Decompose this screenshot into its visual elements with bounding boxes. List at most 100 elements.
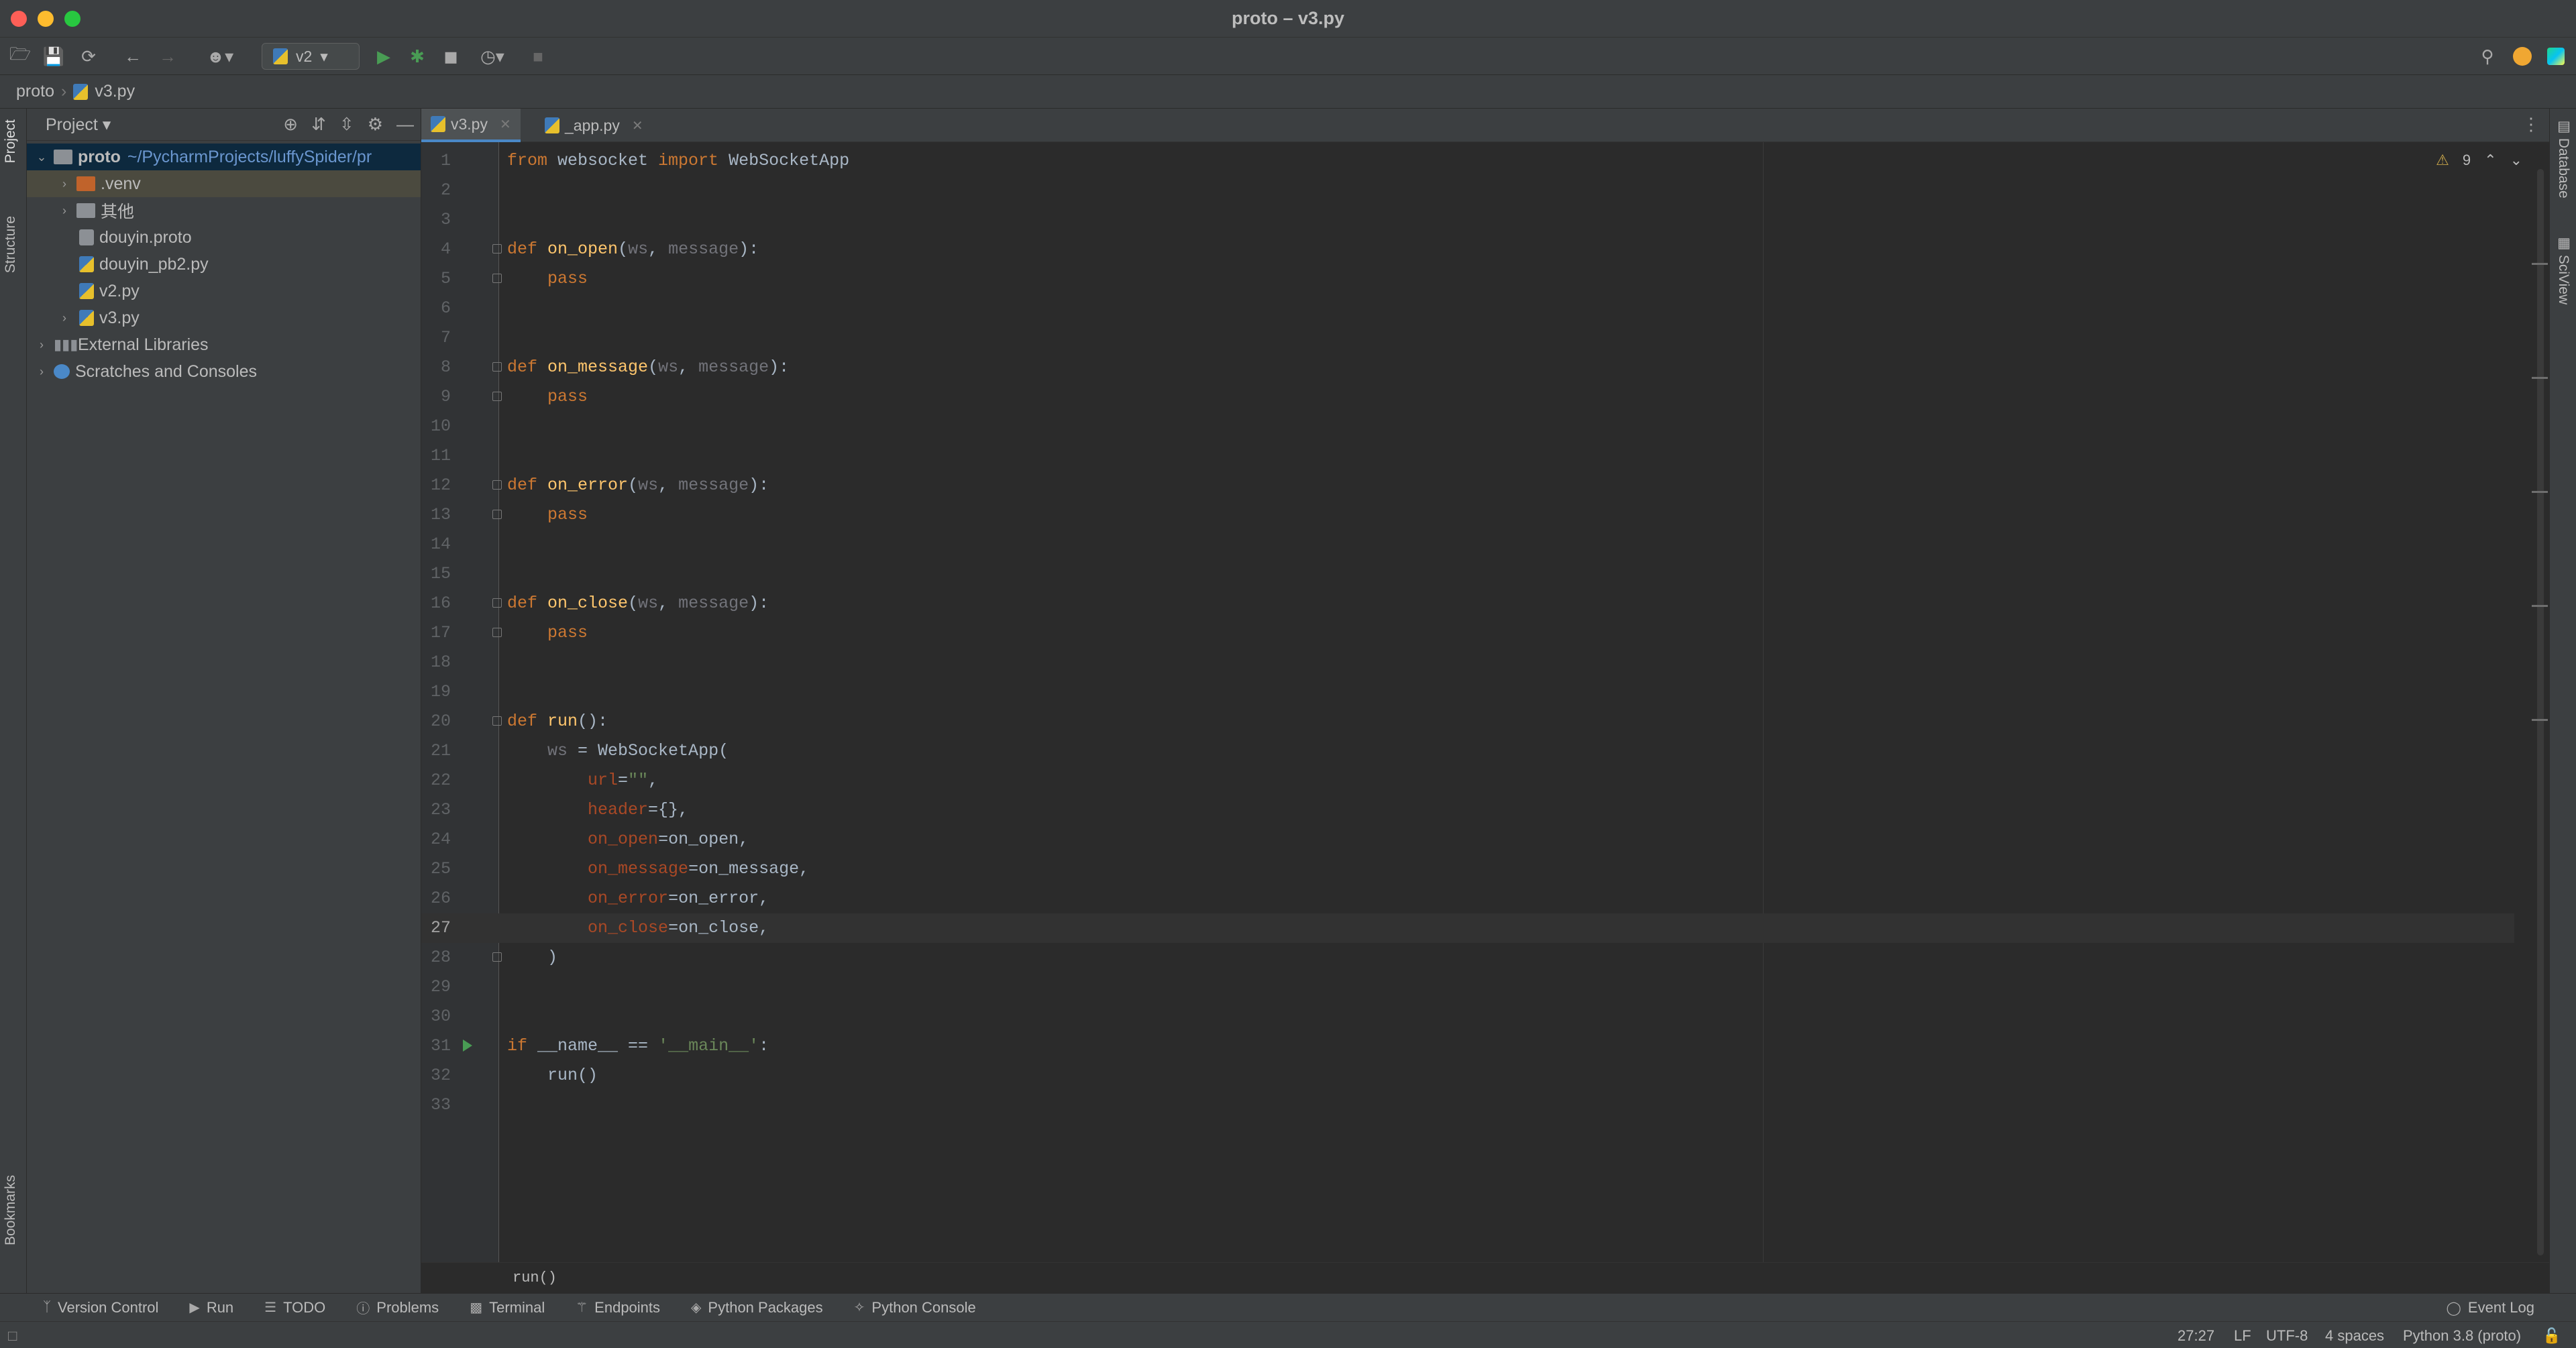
code-line[interactable]: 10 xyxy=(421,412,2514,441)
code-editor[interactable]: 1 from websocket import WebSocketApp 2 3 4 de… xyxy=(421,142,2549,1262)
code-text[interactable]: run() xyxy=(507,1061,598,1090)
code-line[interactable]: 29 xyxy=(421,972,2514,1002)
line-number[interactable]: 13 xyxy=(421,500,451,530)
error-stripe-mark[interactable] xyxy=(2532,491,2548,493)
code-line[interactable]: 22 url="", xyxy=(421,766,2514,795)
line-number[interactable]: 5 xyxy=(421,264,451,294)
line-number[interactable]: 1 xyxy=(421,146,451,176)
tree-item-douyin-pb2[interactable]: douyin_pb2.py xyxy=(27,251,421,278)
project-view-select[interactable]: Project ▾ xyxy=(46,115,111,135)
inspection-widget[interactable]: ⚠ 9 ⌃ ⌄ xyxy=(2436,152,2522,169)
line-number[interactable]: 6 xyxy=(421,294,451,323)
code-line[interactable]: 1 from websocket import WebSocketApp xyxy=(421,146,2514,176)
code-line[interactable]: 19 xyxy=(421,677,2514,707)
line-number[interactable]: 23 xyxy=(421,795,451,825)
code-line[interactable]: 16 def on_close(ws, message): xyxy=(421,589,2514,618)
chevron-right-icon[interactable]: › xyxy=(58,311,71,325)
code-line[interactable]: 13 pass xyxy=(421,500,2514,530)
fold-marker-icon[interactable] xyxy=(492,274,502,283)
tree-item-douyin-proto[interactable]: douyin.proto xyxy=(27,224,421,251)
run-config-select[interactable]: v2 ▾ xyxy=(262,43,360,70)
code-line[interactable]: 30 xyxy=(421,1002,2514,1031)
code-text[interactable]: url="", xyxy=(507,766,658,795)
tree-external-libraries[interactable]: › ▮▮▮ External Libraries xyxy=(27,331,421,358)
code-line[interactable]: 23 header={}, xyxy=(421,795,2514,825)
code-line[interactable]: 7 xyxy=(421,323,2514,353)
chevron-down-icon[interactable]: ⌄ xyxy=(35,150,48,164)
run-icon[interactable]: ▶ xyxy=(372,44,396,68)
chevron-right-icon[interactable]: › xyxy=(35,338,48,352)
line-number[interactable]: 30 xyxy=(421,1002,451,1031)
tree-item-v2[interactable]: v2.py xyxy=(27,278,421,304)
line-number[interactable]: 19 xyxy=(421,677,451,707)
line-number[interactable]: 12 xyxy=(421,471,451,500)
line-number[interactable]: 28 xyxy=(421,943,451,972)
chevron-right-icon[interactable]: › xyxy=(58,177,71,191)
tab-v3[interactable]: v3.py ✕ xyxy=(421,109,521,142)
layout-icon[interactable]: □ xyxy=(8,1327,17,1345)
breadcrumb-project[interactable]: proto xyxy=(16,82,54,101)
search-icon[interactable]: ⚲ xyxy=(2475,44,2500,68)
code-text[interactable]: ) xyxy=(507,943,557,972)
code-line[interactable]: 28 ) xyxy=(421,943,2514,972)
tool-run[interactable]: ▶ Run xyxy=(189,1299,233,1316)
code-line[interactable]: 17 pass xyxy=(421,618,2514,648)
open-icon[interactable]: 🗁 xyxy=(8,44,32,68)
code-text[interactable]: on_message=on_message, xyxy=(507,854,809,884)
line-number[interactable]: 15 xyxy=(421,559,451,589)
error-stripe-mark[interactable] xyxy=(2532,263,2548,265)
code-text[interactable]: def run(): xyxy=(507,707,608,736)
tab-app[interactable]: _app.py ✕ xyxy=(535,109,653,142)
line-number[interactable]: 26 xyxy=(421,884,451,913)
tool-endpoints[interactable]: ⚚ Endpoints xyxy=(576,1299,660,1316)
tool-version-control[interactable]: ᛉ Version Control xyxy=(43,1299,158,1316)
forward-icon[interactable]: → xyxy=(156,44,180,68)
code-line[interactable]: 6 xyxy=(421,294,2514,323)
line-number[interactable]: 17 xyxy=(421,618,451,648)
code-line[interactable]: 33 xyxy=(421,1090,2514,1120)
code-text[interactable]: header={}, xyxy=(507,795,688,825)
tool-event-log[interactable]: ◯ Event Log xyxy=(2447,1299,2534,1316)
line-number[interactable]: 8 xyxy=(421,353,451,382)
sync-icon[interactable]: ⟳ xyxy=(76,44,101,68)
coverage-icon[interactable]: ◼ xyxy=(439,44,463,68)
code-line[interactable]: 26 on_error=on_error, xyxy=(421,884,2514,913)
tab-database[interactable]: ▤ Database xyxy=(2555,118,2571,199)
line-number[interactable]: 7 xyxy=(421,323,451,353)
fold-marker-icon[interactable] xyxy=(492,716,502,726)
line-number[interactable]: 16 xyxy=(421,589,451,618)
close-icon[interactable]: ✕ xyxy=(632,117,643,134)
gear-icon[interactable]: ⚙ xyxy=(368,114,383,135)
fold-marker-icon[interactable] xyxy=(492,362,502,372)
code-line[interactable]: 12 def on_error(ws, message): xyxy=(421,471,2514,500)
indent-setting[interactable]: 4 spaces xyxy=(2325,1327,2384,1345)
line-number[interactable]: 25 xyxy=(421,854,451,884)
code-text[interactable]: ws = WebSocketApp( xyxy=(507,736,729,766)
code-line[interactable]: 21 ws = WebSocketApp( xyxy=(421,736,2514,766)
code-line[interactable]: 4 def on_open(ws, message): xyxy=(421,235,2514,264)
save-icon[interactable]: 💾 xyxy=(42,44,66,68)
line-number[interactable]: 21 xyxy=(421,736,451,766)
tool-problems[interactable]: ⓘ Problems xyxy=(356,1298,439,1317)
code-line[interactable]: 9 pass xyxy=(421,382,2514,412)
tree-item-other[interactable]: › 其他 xyxy=(27,197,421,224)
code-line[interactable]: 2 xyxy=(421,176,2514,205)
locate-icon[interactable]: ⊕ xyxy=(283,114,298,135)
tab-structure[interactable]: Structure xyxy=(3,216,19,273)
line-number[interactable]: 24 xyxy=(421,825,451,854)
update-icon[interactable] xyxy=(2513,47,2532,66)
debug-icon[interactable]: ✱ xyxy=(405,44,429,68)
expand-all-icon[interactable]: ⇵ xyxy=(311,114,326,135)
tree-scratches[interactable]: › Scratches and Consoles xyxy=(27,358,421,385)
lock-icon[interactable]: 🔓 xyxy=(2542,1327,2561,1345)
tree-item-venv[interactable]: › .venv xyxy=(27,170,421,197)
tab-bookmarks[interactable]: Bookmarks xyxy=(3,1175,19,1245)
run-gutter-icon[interactable] xyxy=(463,1040,472,1052)
editor-scrollbar[interactable] xyxy=(2537,169,2544,1255)
line-number[interactable]: 3 xyxy=(421,205,451,235)
error-stripe-mark[interactable] xyxy=(2532,719,2548,721)
vcs-user-icon[interactable]: ☻▾ xyxy=(200,44,240,68)
code-line[interactable]: 31 if __name__ == '__main__': xyxy=(421,1031,2514,1061)
next-icon[interactable]: ⌄ xyxy=(2510,152,2522,169)
profile-icon[interactable]: ◷▾ xyxy=(472,44,513,68)
